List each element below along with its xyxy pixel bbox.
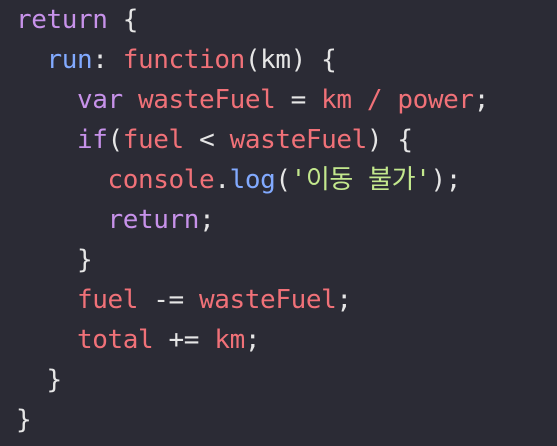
code-line: return { [16, 0, 138, 40]
code-line: } [16, 360, 63, 400]
code-token: = [275, 85, 322, 115]
code-token: ; [199, 205, 215, 235]
code-token: / [366, 85, 383, 115]
code-token: run [46, 45, 93, 75]
code-token: += [153, 325, 215, 355]
code-token: wasteFuel [229, 125, 368, 155]
code-token: < [183, 125, 230, 155]
code-token: if [77, 125, 108, 155]
code-token: total [77, 325, 154, 355]
code-token: -= [138, 285, 200, 315]
code-token: ( [275, 165, 291, 195]
code-token: ; [336, 285, 352, 315]
code-token: } [46, 365, 63, 395]
code-token: wasteFuel [138, 85, 276, 115]
code-token: power [397, 85, 474, 115]
code-line: fuel -= wasteFuel; [16, 280, 352, 320]
code-token: var [77, 85, 123, 115]
code-token: ; [473, 85, 490, 115]
code-line: total += km; [16, 320, 260, 360]
code-token: (km) { [244, 45, 337, 75]
code-line: run: function(km) { [16, 40, 337, 80]
code-token: wasteFuel [199, 285, 337, 315]
code-token: return [107, 205, 200, 235]
code-token: log [229, 165, 276, 195]
code-line: if(fuel < wasteFuel) { [16, 120, 413, 160]
code-token: km [214, 325, 245, 355]
code-token: fuel [122, 125, 184, 155]
code-token: . [214, 165, 230, 195]
code-token: ( [107, 125, 124, 155]
code-token: fuel [77, 285, 139, 315]
code-token: ; [244, 325, 261, 355]
code-token: ) { [366, 125, 413, 155]
code-token: } [16, 405, 32, 435]
code-editor[interactable]: return { run: function(km) { var wasteFu… [0, 0, 557, 446]
code-line: } [16, 240, 93, 280]
code-token: ); [430, 165, 461, 195]
code-token: } [77, 245, 93, 275]
code-token: console [107, 165, 215, 195]
code-line: return; [16, 200, 215, 240]
code-line: console.log('이동 불가'); [16, 160, 462, 200]
code-token: km [321, 85, 352, 115]
code-token: { [107, 5, 139, 35]
code-token: function [122, 45, 245, 75]
code-token: : [92, 45, 123, 75]
code-token: '이동 불가' [290, 165, 431, 195]
code-token: return [16, 5, 108, 35]
code-line: } [16, 400, 32, 440]
code-line: var wasteFuel = km / power; [16, 80, 489, 120]
